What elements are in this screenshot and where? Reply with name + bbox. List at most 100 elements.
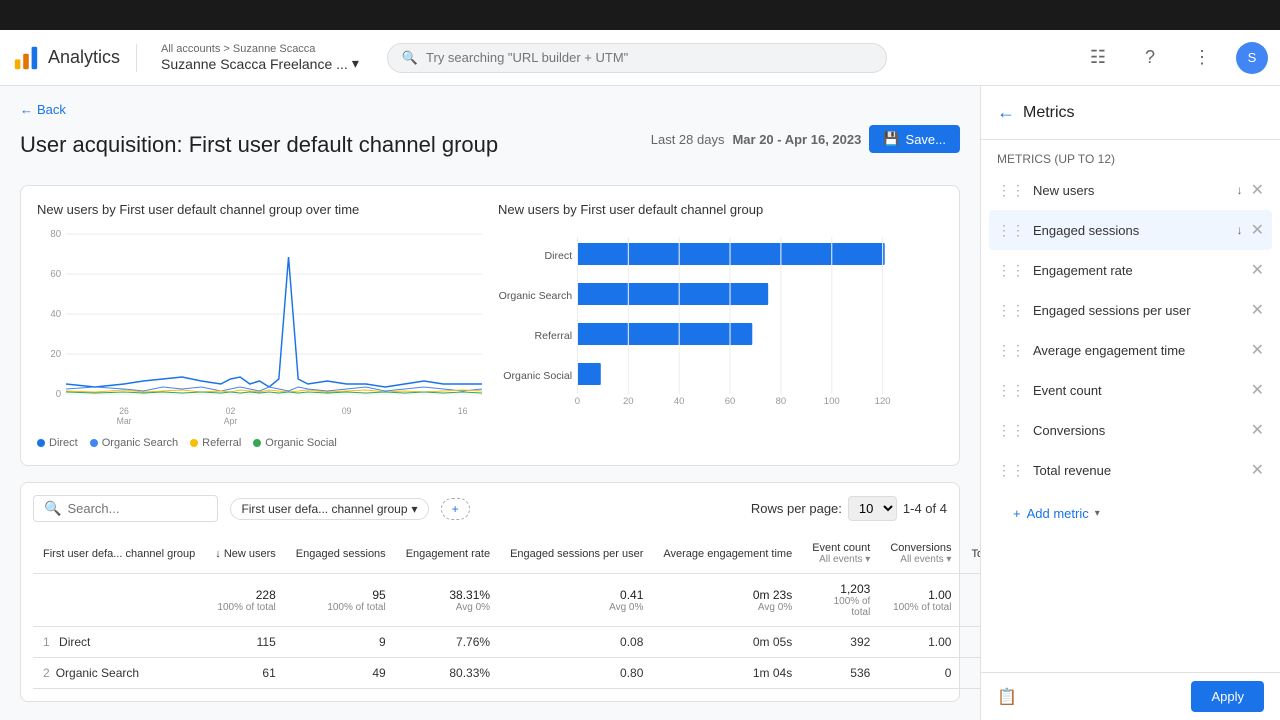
metric-item-avg-engagement-time: ⋮⋮ Average engagement time ✕ [989,330,1272,370]
svg-text:20: 20 [50,349,61,360]
svg-text:Mar: Mar [117,416,132,426]
col-total-revenue[interactable]: Total r... [961,534,980,574]
account-selector[interactable]: Suzanne Scacca Freelance ... ▾ [161,55,359,72]
svg-text:Apr: Apr [224,416,238,426]
metrics-back-button[interactable]: ← [997,102,1015,123]
save-icon: 💾 [883,131,899,147]
remove-metric-button[interactable]: ✕ [1251,180,1264,200]
app-header: Analytics All accounts > Suzanne Scacca … [0,30,1280,86]
main-layout: ← Back User acquisition: First user defa… [0,86,1280,720]
svg-text:Organic Social: Organic Social [503,371,572,382]
drag-handle-icon[interactable]: ⋮⋮ [997,342,1025,359]
rows-per-page-select[interactable]: 10 25 50 [848,496,897,521]
search-bar[interactable]: 🔍 [387,43,887,73]
col-sessions-per-user[interactable]: Engaged sessions per user [500,534,653,574]
dimension-filter[interactable]: First user defa... channel group ▾ [230,498,428,520]
svg-text:120: 120 [875,396,891,406]
table-search-input[interactable] [67,501,207,516]
metric-name: Engaged sessions [1033,223,1229,238]
help-icon[interactable]: ? [1132,40,1168,76]
svg-text:80: 80 [776,396,787,406]
metric-name: Conversions [1033,423,1243,438]
svg-text:20: 20 [623,396,634,406]
drag-handle-icon[interactable]: ⋮⋮ [997,222,1025,239]
table-header-row: First user defa... channel group ↓ New u… [33,534,980,574]
svg-text:02: 02 [226,406,236,416]
remove-metric-button[interactable]: ✕ [1251,260,1264,280]
remove-metric-button[interactable]: ✕ [1251,460,1264,480]
col-conversions[interactable]: Conversions All events ▾ [880,534,961,574]
metric-item-sessions-per-user: ⋮⋮ Engaged sessions per user ✕ [989,290,1272,330]
table-row: 1 Direct 115 9 7.76% 0.08 0m 05s 392 1.0… [33,627,980,658]
table-row: 2Organic Search 61 49 80.33% 0.80 1m 04s… [33,658,980,689]
col-event-count[interactable]: Event count All events ▾ [802,534,880,574]
add-dimension-button[interactable]: + [441,498,470,520]
svg-text:60: 60 [50,269,61,280]
col-engaged-sessions[interactable]: Engaged sessions [286,534,396,574]
search-input[interactable] [426,50,872,65]
metrics-label: METRICS (UP TO 12) [981,140,1280,170]
svg-text:100: 100 [824,396,840,406]
svg-text:80: 80 [50,229,61,240]
drag-handle-icon[interactable]: ⋮⋮ [997,382,1025,399]
notes-icon[interactable]: 📋 [997,687,1017,707]
more-options-icon[interactable]: ⋮ [1184,40,1220,76]
metric-name: Event count [1033,383,1243,398]
drag-handle-icon[interactable]: ⋮⋮ [997,422,1025,439]
remove-metric-button[interactable]: ✕ [1251,380,1264,400]
metrics-list: ⋮⋮ New users ↓ ✕ ⋮⋮ Engaged sessions ↓ ✕… [981,170,1280,672]
metrics-panel-title: Metrics [1023,104,1075,122]
svg-text:09: 09 [342,406,352,416]
apply-button[interactable]: Apply [1191,681,1264,712]
sort-icon: ↓ [1237,223,1243,237]
chevron-down-icon: ▾ [412,502,418,516]
svg-text:16: 16 [458,406,468,416]
legend-organic-social: Organic Social [253,437,337,449]
rows-per-page-control: Rows per page: 10 25 50 1-4 of 4 [751,496,947,521]
data-table: First user defa... channel group ↓ New u… [33,534,980,689]
user-avatar[interactable]: S [1236,42,1268,74]
legend-direct: Direct [37,437,78,449]
svg-text:Organic Search: Organic Search [499,291,573,302]
back-link[interactable]: ← Back [20,102,960,117]
svg-text:60: 60 [725,396,736,406]
metric-item-total-revenue: ⋮⋮ Total revenue ✕ [989,450,1272,490]
svg-text:0: 0 [575,396,580,406]
drag-handle-icon[interactable]: ⋮⋮ [997,302,1025,319]
metric-name: Total revenue [1033,463,1243,478]
svg-text:Referral: Referral [534,331,572,342]
table-search[interactable]: 🔍 [33,495,218,522]
metric-name: New users [1033,183,1229,198]
remove-metric-button[interactable]: ✕ [1251,220,1264,240]
line-chart-title: New users by First user default channel … [37,202,482,217]
metric-item-conversions: ⋮⋮ Conversions ✕ [989,410,1272,450]
metric-item-engaged-sessions: ⋮⋮ Engaged sessions ↓ ✕ [989,210,1272,250]
metric-item-new-users: ⋮⋮ New users ↓ ✕ [989,170,1272,210]
col-new-users[interactable]: ↓ New users [205,534,286,574]
page-title: User acquisition: First user default cha… [20,132,498,158]
date-info: Last 28 days Mar 20 - Apr 16, 2023 💾 Sav… [651,125,960,153]
save-button[interactable]: 💾 Save... [869,125,960,153]
svg-text:40: 40 [50,309,61,320]
apps-icon[interactable]: ☷ [1080,40,1116,76]
back-arrow-icon: ← [20,102,33,117]
metric-item-engagement-rate: ⋮⋮ Engagement rate ✕ [989,250,1272,290]
metric-name: Engagement rate [1033,263,1243,278]
col-avg-engagement[interactable]: Average engagement time [653,534,802,574]
remove-metric-button[interactable]: ✕ [1251,340,1264,360]
bar-chart-section: New users by First user default channel … [498,202,943,449]
table-controls: 🔍 First user defa... channel group ▾ + R… [33,495,947,522]
remove-metric-button[interactable]: ✕ [1251,300,1264,320]
chevron-down-icon: ▾ [352,55,359,72]
line-chart-section: New users by First user default channel … [37,202,482,449]
add-metric-button[interactable]: + Add metric ▾ [1005,498,1256,529]
drag-handle-icon[interactable]: ⋮⋮ [997,182,1025,199]
legend-organic-search: Organic Search [90,437,178,449]
remove-metric-button[interactable]: ✕ [1251,420,1264,440]
col-engagement-rate[interactable]: Engagement rate [396,534,500,574]
metric-name: Engaged sessions per user [1033,303,1243,318]
drag-handle-icon[interactable]: ⋮⋮ [997,262,1025,279]
drag-handle-icon[interactable]: ⋮⋮ [997,462,1025,479]
col-channel[interactable]: First user defa... channel group [33,534,205,574]
sort-icon: ↓ [1237,183,1243,197]
